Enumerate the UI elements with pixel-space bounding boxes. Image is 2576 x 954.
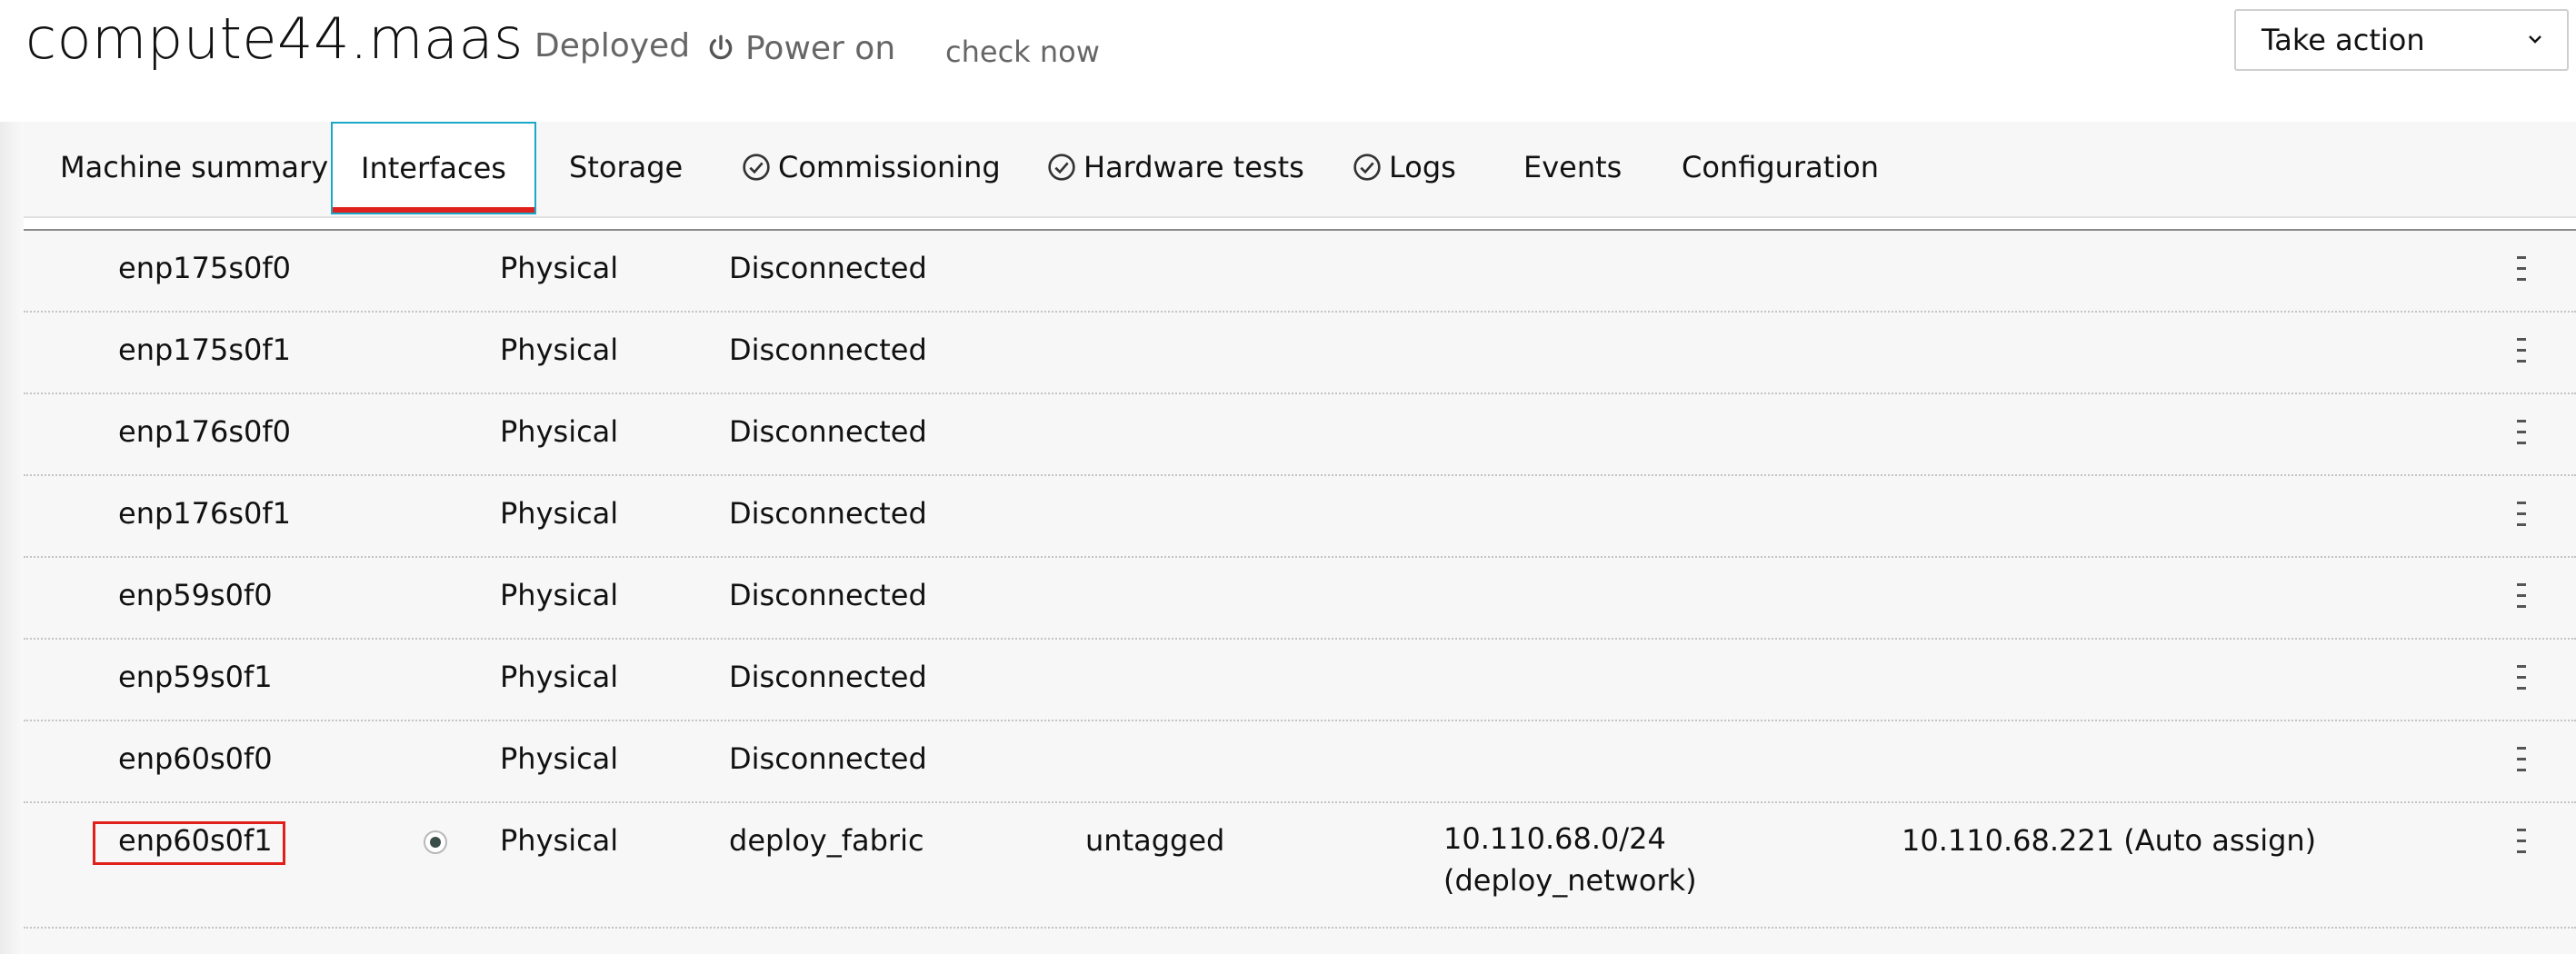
interface-fabric: Disconnected [729,333,927,367]
tab-label: Logs [1389,150,1456,184]
interface-ip-address: 10.110.68.221 (Auto assign) [1902,823,2317,858]
interfaces-table: enp175s0f0 Physical Disconnected enp175s… [24,229,2576,954]
tab-label: Hardware tests [1083,150,1304,184]
subnet-name: (deploy_network) [1443,863,1697,898]
row-actions-menu[interactable] [2512,829,2531,860]
table-row[interactable]: enp175s0f0 Physical Disconnected [24,231,2576,313]
machine-tabs: Machine summary Interfaces Storage Commi… [24,122,2576,218]
table-row[interactable]: enp59s0f0 Physical Disconnected [24,558,2576,640]
machine-header: compute44.maas Deployed Power on check n… [0,0,2576,124]
tab-label: Storage [569,150,684,184]
tab-commissioning[interactable]: Commissioning [742,122,1001,213]
tab-hardware-tests[interactable]: Hardware tests [1047,122,1304,213]
row-actions-menu[interactable] [2512,420,2531,451]
interface-name: enp175s0f0 [118,251,292,285]
check-circle-icon [743,154,770,181]
tab-events[interactable]: Events [1523,122,1622,213]
interface-fabric: Disconnected [729,496,927,531]
row-actions-menu[interactable] [2512,583,2531,614]
interface-name: enp59s0f1 [118,660,273,694]
power-icon [709,35,733,60]
interface-fabric: Disconnected [729,414,927,449]
interface-name: enp60s0f0 [118,741,273,776]
tab-label: Interfaces [361,151,506,185]
interface-type: Physical [500,660,619,694]
table-row[interactable]: enp60s0f1 Physical deploy_fabric untagge… [24,803,2576,929]
machine-status: Deployed [534,27,691,65]
interface-fabric: Disconnected [729,660,927,694]
interface-name: enp59s0f0 [118,578,273,612]
interface-fabric: Disconnected [729,251,927,285]
pxe-radio-indicator[interactable] [424,830,447,854]
machine-name: compute44.maas [25,5,524,72]
row-actions-menu[interactable] [2512,338,2531,369]
tab-logs[interactable]: Logs [1353,122,1456,213]
tab-label: Commissioning [778,150,1001,184]
table-row[interactable]: enp175s0f1 Physical Disconnected [24,313,2576,394]
table-row[interactable]: enp60s0f0 Physical Disconnected [24,721,2576,803]
table-row[interactable]: enp176s0f0 Physical Disconnected [24,394,2576,476]
interface-name: enp176s0f0 [118,414,292,449]
tab-label: Events [1523,150,1622,184]
interface-type: Physical [500,741,619,776]
interface-name: enp60s0f1 [118,823,273,858]
interface-subnet: 10.110.68.0/24 (deploy_network) [1443,818,1697,901]
row-actions-menu[interactable] [2512,665,2531,696]
tab-machine-summary[interactable]: Machine summary [60,122,328,213]
table-row[interactable]: enp176s0f1 Physical Disconnected [24,476,2576,558]
check-circle-icon [1353,154,1381,181]
table-row[interactable]: enp59s0f1 Physical Disconnected [24,640,2576,721]
machine-details-page: compute44.maas Deployed Power on check n… [0,0,2576,954]
interface-type: Physical [500,414,619,449]
interface-type: Physical [500,333,619,367]
tab-storage[interactable]: Storage [569,122,683,213]
take-action-dropdown[interactable]: Take action [2234,9,2569,71]
left-edge [0,122,24,954]
row-actions-menu[interactable] [2512,256,2531,287]
interface-fabric: Disconnected [729,578,927,612]
power-status: Power on [705,27,895,69]
tab-label: Machine summary [60,150,329,184]
interface-name: enp175s0f1 [118,333,292,367]
interface-type: Physical [500,823,619,858]
interface-fabric: deploy_fabric [729,823,924,858]
power-status-label: Power on [745,29,896,67]
interface-type: Physical [500,251,619,285]
check-circle-icon [1048,154,1075,181]
take-action-label: Take action [2261,23,2425,57]
tab-interfaces[interactable]: Interfaces [331,122,536,214]
subnet-cidr: 10.110.68.0/24 [1443,821,1666,856]
row-actions-menu[interactable] [2512,502,2531,532]
interface-name: enp176s0f1 [118,496,292,531]
check-now-link[interactable]: check now [945,35,1100,69]
tab-label: Configuration [1682,150,1880,184]
interface-type: Physical [500,578,619,612]
interface-vlan: untagged [1085,823,1225,858]
tab-configuration[interactable]: Configuration [1682,122,1879,213]
row-actions-menu[interactable] [2512,747,2531,778]
interface-type: Physical [500,496,619,531]
chevron-down-icon [2529,35,2541,44]
interface-fabric: Disconnected [729,741,927,776]
